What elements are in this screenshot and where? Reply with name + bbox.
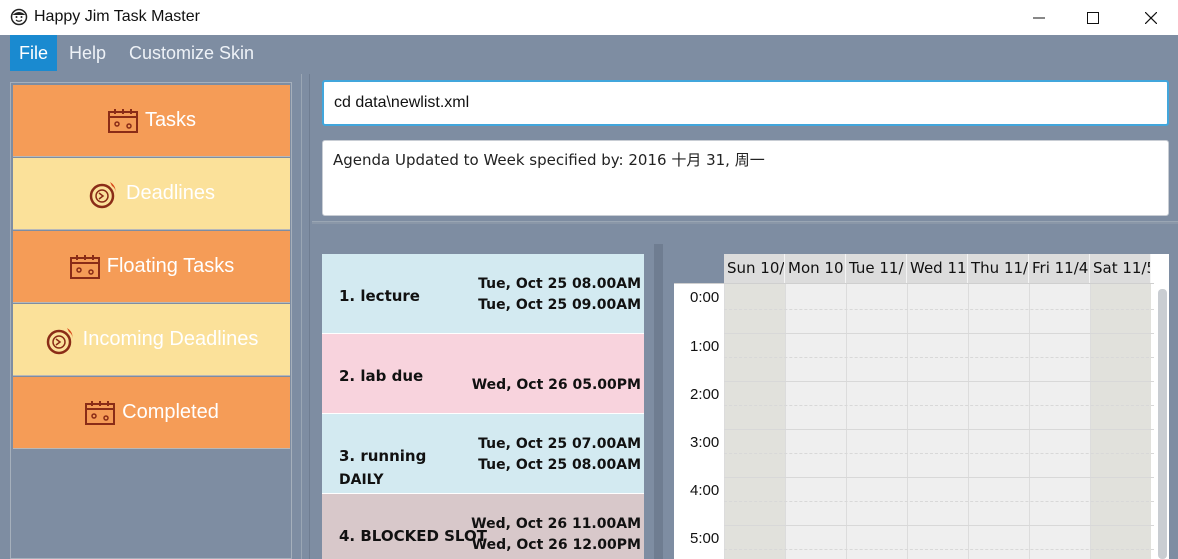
task-list: 1. lecture Tue, Oct 25 08.00AM Tue, Oct …: [322, 254, 644, 559]
time-label: 4:00: [690, 482, 720, 499]
split-pane-divider[interactable]: [301, 74, 310, 559]
task-name: 4. BLOCKED SLOT: [339, 527, 487, 545]
calendar-corner: [674, 254, 724, 283]
task-start: Wed, Oct 26 11.00AM: [471, 516, 641, 532]
day-column-thu[interactable]: [968, 284, 1029, 559]
task-name: 1. lecture: [339, 287, 420, 305]
list-item[interactable]: 3. running DAILY Tue, Oct 25 07.00AM Tue…: [322, 414, 644, 494]
task-name: 3. running: [339, 447, 427, 465]
minimize-icon: [1033, 17, 1045, 18]
clock-fire-icon: [88, 179, 120, 209]
title-bar: Happy Jim Task Master: [0, 0, 1178, 35]
menu-customize-skin[interactable]: Customize Skin: [120, 35, 263, 71]
task-start: Tue, Oct 25 07.00AM: [478, 436, 641, 452]
day-column-fri[interactable]: [1029, 284, 1090, 559]
minimize-button[interactable]: [1010, 0, 1068, 35]
list-item[interactable]: 4. BLOCKED SLOT Wed, Oct 26 11.00AM Wed,…: [322, 494, 644, 559]
menu-help[interactable]: Help: [60, 35, 115, 71]
sidebar-item-label: Completed: [122, 401, 219, 423]
close-button[interactable]: [1122, 0, 1178, 35]
calendar-scrollbar[interactable]: [1156, 283, 1169, 559]
day-column-sun[interactable]: [724, 284, 785, 559]
smiley-icon: [10, 8, 28, 26]
task-end: Wed, Oct 26 05.00PM: [471, 377, 641, 393]
hour-line: [724, 333, 1154, 334]
day-column-sat[interactable]: [1090, 284, 1151, 559]
maximize-icon: [1087, 11, 1099, 24]
menu-bar: File Help Customize Skin: [0, 35, 1178, 71]
hour-line: [724, 525, 1154, 526]
command-input[interactable]: [322, 80, 1169, 126]
calendar-grid[interactable]: 0:00 1:00 2:00 3:00 4:00 5:00: [674, 283, 1154, 559]
sidebar-item-label: Tasks: [144, 109, 197, 131]
day-header-sun: Sun 10/: [724, 254, 785, 283]
day-header-wed: Wed 11: [907, 254, 968, 283]
window-title: Happy Jim Task Master: [34, 8, 200, 25]
day-header-thu: Thu 11/: [968, 254, 1029, 283]
task-name: 2. lab due: [339, 367, 424, 385]
half-hour-line: [724, 357, 1154, 358]
time-label: 5:00: [690, 530, 720, 547]
calendar-icon: [107, 108, 139, 134]
result-display: Agenda Updated to Week specified by: 201…: [322, 140, 1169, 216]
half-hour-line: [724, 405, 1154, 406]
task-end: Tue, Oct 25 09.00AM: [478, 297, 641, 313]
day-column-wed[interactable]: [907, 284, 968, 559]
calendar-icon: [69, 254, 101, 280]
day-column-mon[interactable]: [785, 284, 846, 559]
sidebar-item-deadlines[interactable]: Deadlines: [13, 158, 290, 230]
task-start: Tue, Oct 25 08.00AM: [478, 276, 641, 292]
week-calendar: Sun 10/ Mon 10 Tue 11/ Wed 11 Thu 11/ Fr…: [674, 254, 1169, 559]
sidebar-item-label: Floating Tasks: [106, 255, 235, 277]
task-end: Wed, Oct 26 12.00PM: [471, 537, 641, 553]
half-hour-line: [724, 309, 1154, 310]
day-header-mon: Mon 10: [785, 254, 846, 283]
split-pane-divider[interactable]: [654, 244, 663, 559]
maximize-button[interactable]: [1064, 0, 1122, 35]
hour-line: [724, 429, 1154, 430]
time-label: 3:00: [690, 434, 720, 451]
time-label: 0:00: [690, 289, 720, 306]
horizontal-divider[interactable]: [312, 221, 1178, 224]
task-tag: DAILY: [339, 472, 384, 488]
sidebar-item-incoming-deadlines[interactable]: Incoming Deadlines: [13, 304, 290, 376]
sidebar-item-label: Incoming Deadlines: [82, 328, 259, 350]
hour-line: [724, 477, 1154, 478]
half-hour-line: [724, 549, 1154, 550]
sidebar-item-tasks[interactable]: Tasks: [13, 85, 290, 157]
day-header-tue: Tue 11/: [846, 254, 907, 283]
menu-file[interactable]: File: [10, 35, 58, 71]
half-hour-line: [724, 501, 1154, 502]
clock-fire-icon: [45, 325, 77, 355]
list-item[interactable]: 2. lab due Wed, Oct 26 05.00PM: [322, 334, 644, 414]
day-column-tue[interactable]: [846, 284, 907, 559]
day-header-fri: Fri 11/4,: [1029, 254, 1090, 283]
sidebar: Tasks Deadlines Floating Tasks Incoming …: [10, 82, 292, 559]
half-hour-line: [724, 453, 1154, 454]
list-item[interactable]: 1. lecture Tue, Oct 25 08.00AM Tue, Oct …: [322, 254, 644, 334]
calendar-icon: [84, 400, 116, 426]
task-end: Tue, Oct 25 08.00AM: [478, 457, 641, 473]
sidebar-item-label: Deadlines: [126, 182, 215, 204]
sidebar-item-completed[interactable]: Completed: [13, 377, 290, 449]
sidebar-item-floating-tasks[interactable]: Floating Tasks: [13, 231, 290, 303]
time-label: 1:00: [690, 338, 720, 355]
close-icon: [1145, 11, 1157, 24]
time-label: 2:00: [690, 386, 720, 403]
scrollbar-thumb[interactable]: [1158, 289, 1167, 559]
hour-line: [724, 381, 1154, 382]
day-header-sat: Sat 11/5: [1090, 254, 1151, 283]
